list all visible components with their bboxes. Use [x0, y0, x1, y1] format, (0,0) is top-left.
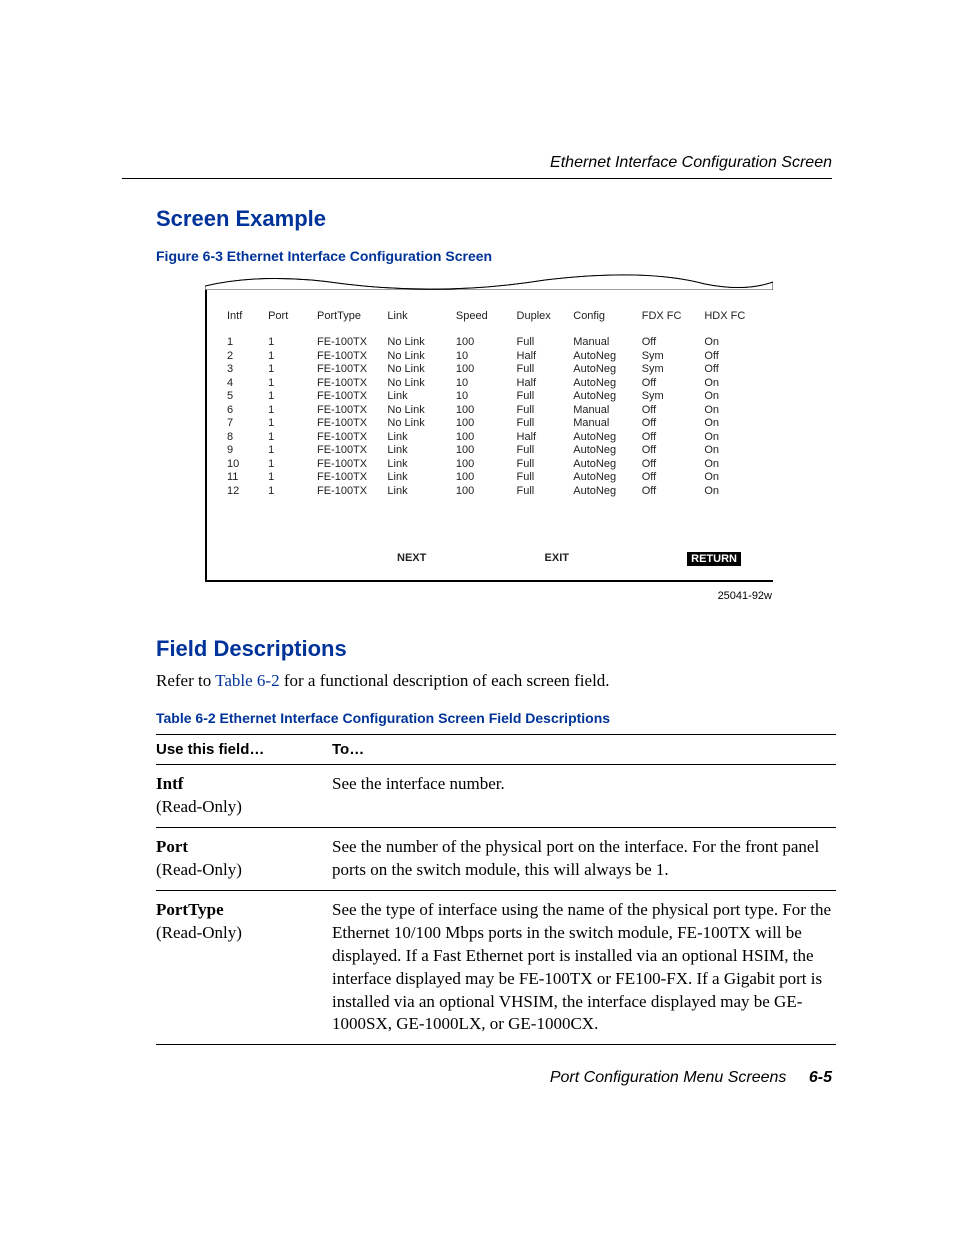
torn-edge-icon	[205, 274, 773, 290]
table-head-to: To…	[332, 741, 836, 758]
table-row: Intf (Read-Only) See the interface number.	[156, 765, 836, 828]
terminal-row: 81FE-100TXLink100HalfAutoNegOffOn	[227, 431, 763, 445]
terminal-table: Intf Port PortType Link Speed Duplex Con…	[227, 310, 763, 498]
terminal-screenshot: Intf Port PortType Link Speed Duplex Con…	[205, 286, 773, 582]
field-desc: See the number of the physical port on t…	[332, 836, 836, 882]
figure-6-3-caption: Figure 6-3 Ethernet Interface Configurat…	[156, 248, 492, 264]
table-6-2: Use this field… To… Intf (Read-Only) See t…	[156, 734, 836, 1045]
return-button[interactable]: RETURN	[687, 552, 741, 566]
field-name: Port	[156, 837, 188, 856]
header-rule	[122, 178, 832, 179]
terminal-row: 91FE-100TXLink100FullAutoNegOffOn	[227, 444, 763, 458]
para-pre: Refer to	[156, 671, 215, 690]
footer-text: Port Configuration Menu Screens	[550, 1069, 787, 1086]
table-head-row: Use this field… To…	[156, 734, 836, 765]
field-readonly: (Read-Only)	[156, 860, 242, 879]
terminal-row: 41FE-100TXNo Link10HalfAutoNegOffOn	[227, 377, 763, 391]
table-6-2-link[interactable]: Table 6-2	[215, 671, 279, 690]
terminal-row: 71FE-100TXNo Link100FullManualOffOn	[227, 417, 763, 431]
terminal-row: 51FE-100TXLink10FullAutoNegSymOn	[227, 390, 763, 404]
field-name: Intf	[156, 774, 183, 793]
terminal-row: 121FE-100TXLink100FullAutoNegOffOn	[227, 485, 763, 499]
terminal-row: 111FE-100TXLink100FullAutoNegOffOn	[227, 471, 763, 485]
terminal-header-row: Intf Port PortType Link Speed Duplex Con…	[227, 310, 763, 322]
field-name: PortType	[156, 900, 224, 919]
field-readonly: (Read-Only)	[156, 923, 242, 942]
col-head-fdxfc: FDX FC	[642, 310, 705, 322]
terminal-row: 21FE-100TXNo Link10HalfAutoNegSymOff	[227, 350, 763, 364]
terminal-row: 31FE-100TXNo Link100FullAutoNegSymOff	[227, 363, 763, 377]
terminal-row: 11FE-100TXNo Link100FullManualOffOn	[227, 336, 763, 350]
field-desc: See the type of interface using the name…	[332, 899, 836, 1037]
para-post: for a functional description of each scr…	[280, 671, 610, 690]
figure-id: 25041-92w	[718, 590, 772, 602]
running-header: Ethernet Interface Configuration Screen	[550, 154, 832, 172]
table-head-use: Use this field…	[156, 741, 332, 758]
next-button[interactable]: NEXT	[397, 552, 426, 566]
col-head-hdxfc: HDX FC	[704, 310, 763, 322]
exit-button[interactable]: EXIT	[545, 552, 569, 566]
field-desc-para: Refer to Table 6-2 for a functional desc…	[156, 670, 610, 691]
table-row: Port (Read-Only) See the number of the phy…	[156, 828, 836, 891]
col-head-link: Link	[387, 310, 455, 322]
col-head-speed: Speed	[456, 310, 517, 322]
field-readonly: (Read-Only)	[156, 797, 242, 816]
col-head-config: Config	[573, 310, 641, 322]
col-head-port: Port	[268, 310, 317, 322]
terminal-row: 61FE-100TXNo Link100FullManualOffOn	[227, 404, 763, 418]
field-desc: See the interface number.	[332, 773, 836, 796]
table-row: PortType (Read-Only) See the type of inter…	[156, 891, 836, 1046]
heading-field-descriptions: Field Descriptions	[156, 636, 347, 662]
page-footer: Port Configuration Menu Screens 6-5	[550, 1069, 832, 1087]
col-head-duplex: Duplex	[517, 310, 574, 322]
col-head-porttype: PortType	[317, 310, 387, 322]
terminal-row: 101FE-100TXLink100FullAutoNegOffOn	[227, 458, 763, 472]
col-head-intf: Intf	[227, 310, 268, 322]
footer-page-number: 6-5	[809, 1069, 832, 1086]
heading-screen-example: Screen Example	[156, 206, 326, 232]
table-6-2-caption: Table 6-2 Ethernet Interface Configurati…	[156, 710, 610, 726]
